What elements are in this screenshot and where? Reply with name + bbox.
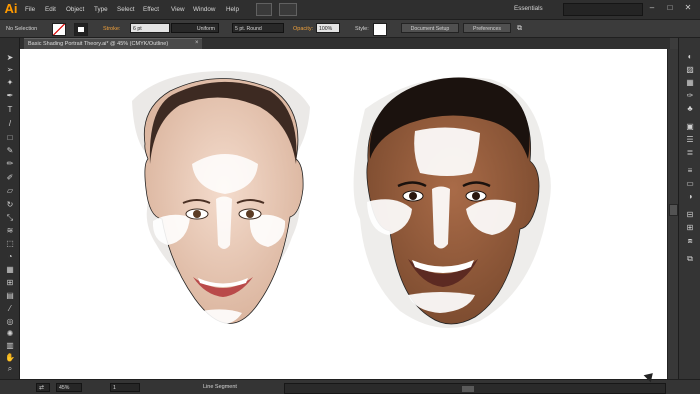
column-graph-icon[interactable]: ▥ <box>5 342 15 350</box>
workspace-switcher[interactable]: Essentials <box>514 3 558 14</box>
graphic-style-swatch[interactable] <box>373 23 387 36</box>
blend-icon[interactable]: ◎ <box>5 318 15 326</box>
brushes-icon[interactable]: ✑ <box>683 91 697 100</box>
portrait-right <box>353 77 551 329</box>
perspective-grid-icon[interactable]: ▦ <box>5 266 15 274</box>
eraser-icon[interactable]: ▱ <box>5 187 15 195</box>
color-guide-icon[interactable]: ▨ <box>683 65 697 74</box>
pencil-icon[interactable]: ✏ <box>5 160 15 168</box>
shape-builder-icon[interactable]: ◔ <box>5 253 15 261</box>
menu-view[interactable]: View <box>171 4 185 15</box>
magic-wand-icon[interactable]: ✦ <box>5 79 15 87</box>
gpu-icon[interactable]: ⇄ <box>36 383 50 392</box>
graphic-styles-icon[interactable]: ▣ <box>683 122 697 131</box>
align-icon[interactable]: ⊟ <box>683 210 697 219</box>
selection-icon[interactable]: ➤ <box>5 54 15 62</box>
portrait-left <box>132 71 310 325</box>
menu-object[interactable]: Object <box>66 4 84 15</box>
scale-icon[interactable]: ⤡ <box>5 214 15 222</box>
menu-effect[interactable]: Effect <box>143 4 159 15</box>
artwork <box>132 71 551 329</box>
zoom-icon[interactable]: ⌕ <box>5 365 15 373</box>
rotate-icon[interactable]: ↻ <box>5 201 15 209</box>
artboard-navigation[interactable]: 1 <box>110 383 140 392</box>
mesh-icon[interactable]: ⊞ <box>5 279 15 287</box>
menu-file[interactable]: File <box>25 4 35 15</box>
direct-selection-icon[interactable]: ➢ <box>5 66 15 74</box>
horizontal-scroll-thumb[interactable] <box>461 385 475 393</box>
rectangle-icon[interactable]: □ <box>5 134 15 142</box>
stroke-weight-field[interactable]: 6 pt <box>130 23 170 33</box>
stroke-swatch[interactable] <box>74 23 88 36</box>
document-setup-button[interactable]: Document Setup <box>401 23 459 33</box>
layers-icon[interactable]: ≣ <box>683 148 697 157</box>
vertical-scrollbar[interactable] <box>667 49 678 379</box>
stroke-icon[interactable]: ≡ <box>683 166 697 175</box>
pathfinder-icon[interactable]: ⧈ <box>683 236 697 245</box>
opacity-field[interactable]: 100% <box>316 23 340 33</box>
stroke-label[interactable]: Stroke: <box>103 25 120 33</box>
artboards-panel-icon[interactable]: ⧉ <box>683 254 697 263</box>
symbol-sprayer-icon[interactable]: ✺ <box>5 330 15 338</box>
arrange-documents-button[interactable] <box>279 3 297 16</box>
gradient-panel-icon[interactable]: ▭ <box>683 179 697 188</box>
fill-swatch[interactable] <box>52 23 66 36</box>
brush-definition[interactable]: 5 pt. Round <box>232 23 284 33</box>
hand-icon[interactable]: ✋ <box>5 354 15 362</box>
variable-width-profile[interactable]: Uniform <box>171 23 219 33</box>
width-icon[interactable]: ≋ <box>5 227 15 235</box>
close-tab-icon[interactable]: × <box>195 40 199 46</box>
menu-help[interactable]: Help <box>226 4 239 15</box>
gradient-icon[interactable]: ▤ <box>5 292 15 300</box>
arrange-icon[interactable]: ⧉ <box>517 25 522 33</box>
transform-icon[interactable]: ⊞ <box>683 223 697 232</box>
eyedropper-icon[interactable]: ⁄ <box>5 305 15 313</box>
current-tool-status: Line Segment <box>203 384 237 390</box>
transparency-icon[interactable]: ◑ <box>683 192 697 201</box>
free-transform-icon[interactable]: ⬚ <box>5 240 15 248</box>
preferences-button[interactable]: Preferences <box>463 23 511 33</box>
selection-status: No Selection <box>6 26 38 32</box>
document-tab[interactable]: Basic Shading Portrait Theory.ai* @ 45% … <box>24 38 202 49</box>
swatches-icon[interactable]: ▦ <box>683 78 697 87</box>
blob-brush-icon[interactable]: ✐ <box>5 174 15 182</box>
symbols-icon[interactable]: ♣ <box>683 104 697 113</box>
bridge-button[interactable] <box>256 3 272 16</box>
menu-select[interactable]: Select <box>117 4 135 15</box>
zoom-field[interactable]: 45% <box>56 383 82 392</box>
control-bar: No Selection Stroke: 6 pt Uniform 5 pt. … <box>0 20 700 38</box>
opacity-label[interactable]: Opacity: <box>293 25 313 33</box>
close-icon[interactable]: ✕ <box>682 2 694 14</box>
panel-dock: ◐ ▨ ▦ ✑ ♣ ▣ ☰ ≣ ≡ ▭ ◑ ⊟ ⊞ ⧈ ⧉ <box>678 38 700 379</box>
search-input[interactable] <box>563 3 643 16</box>
color-icon[interactable]: ◐ <box>683 52 697 61</box>
line-segment-icon[interactable]: / <box>5 120 15 128</box>
artboard-canvas[interactable] <box>20 49 667 379</box>
menu-edit[interactable]: Edit <box>45 4 56 15</box>
maximize-icon[interactable]: □ <box>664 2 676 14</box>
horizontal-scrollbar[interactable] <box>284 383 666 394</box>
menu-bar: Ai File Edit Object Type Select Effect V… <box>0 0 700 20</box>
type-icon[interactable]: T <box>5 106 15 114</box>
app-logo: Ai <box>4 1 18 16</box>
vertical-scroll-thumb[interactable] <box>669 204 678 216</box>
menu-window[interactable]: Window <box>193 4 215 15</box>
appearance-icon[interactable]: ☰ <box>683 135 697 144</box>
pen-icon[interactable]: ✒ <box>5 92 15 100</box>
style-label: Style: <box>355 26 369 32</box>
menu-type[interactable]: Type <box>94 4 108 15</box>
tools-panel: ➤ ➢ ✦ ✒ T / □ ✎ ✏ ✐ ▱ ↻ ⤡ ≋ ⬚ ◔ ▦ ⊞ ▤ ⁄ … <box>0 38 20 379</box>
minimize-icon[interactable]: – <box>646 2 658 14</box>
status-bar: ⇄ 45% 1 Line Segment <box>0 379 700 394</box>
paintbrush-icon[interactable]: ✎ <box>5 147 15 155</box>
